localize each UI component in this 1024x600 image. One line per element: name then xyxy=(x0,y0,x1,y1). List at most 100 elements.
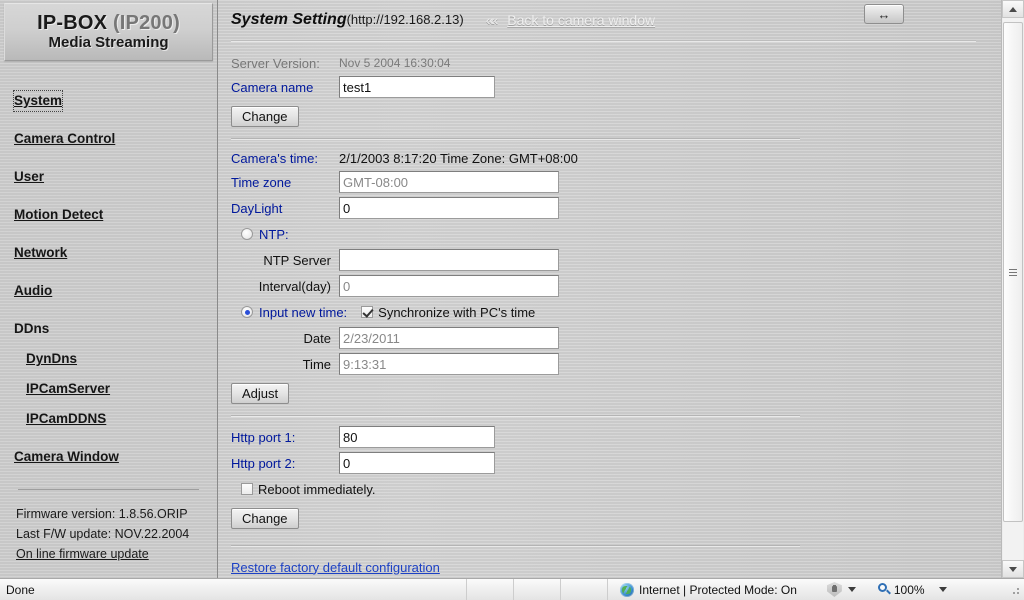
sync-pc-time-checkbox[interactable] xyxy=(361,306,374,318)
camera-time-row: Camera's time: 2/1/2003 8:17:20 Time Zon… xyxy=(231,147,1000,169)
camera-name-input[interactable] xyxy=(339,76,495,98)
scrollbar-track[interactable] xyxy=(1003,18,1023,560)
time-zone-row: Time zone xyxy=(231,169,1000,195)
horizontal-resize-icon: ↔ xyxy=(877,6,891,22)
sidebar-item-network[interactable]: Network xyxy=(14,243,67,263)
main-content: System Setting(http://192.168.2.13) «« B… xyxy=(219,0,1000,578)
brand-line-1: IP-BOX (IP200) xyxy=(37,11,180,34)
chevron-down-icon[interactable] xyxy=(938,587,947,592)
status-segment xyxy=(513,578,560,600)
page-header: System Setting(http://192.168.2.13) «« B… xyxy=(219,0,1000,40)
sidebar-group-ddns: DDns xyxy=(14,321,50,336)
sidebar-divider xyxy=(18,489,199,490)
time-zone-label: Time zone xyxy=(231,174,292,190)
status-bar: Done Internet | Protected Mode: On 100% xyxy=(0,578,1024,600)
security-zone-label: Internet | Protected Mode: On xyxy=(639,582,797,597)
scroll-up-button[interactable] xyxy=(1002,0,1024,18)
ntp-server-row: NTP Server xyxy=(231,247,1000,273)
time-label: Time xyxy=(302,356,331,372)
sidebar: IP-BOX (IP200) Media Streaming System Ca… xyxy=(0,0,218,578)
server-version-label: Server Version: xyxy=(231,55,320,71)
date-label: Date xyxy=(303,330,331,346)
resize-window-button[interactable]: ↔ xyxy=(864,4,904,24)
divider-time-section xyxy=(231,138,800,140)
daylight-label: DayLight xyxy=(231,200,283,216)
zoom-level-area[interactable]: 100% xyxy=(877,582,947,597)
camera-name-change-button[interactable]: Change xyxy=(231,105,299,127)
brand-logo: IP-BOX (IP200) Media Streaming xyxy=(4,3,213,61)
last-firmware-update-text: Last F/W update: NOV.22.2004 xyxy=(16,527,190,541)
sidebar-item-user[interactable]: User xyxy=(14,167,44,187)
chevron-down-icon[interactable] xyxy=(847,587,856,592)
camera-time-value: 2/1/2003 8:17:20 Time Zone: GMT+08:00 xyxy=(339,150,578,166)
security-zone-area[interactable]: Internet | Protected Mode: On xyxy=(607,578,797,600)
reboot-immediately-label: Reboot immediately. xyxy=(258,481,376,497)
chevron-up-icon xyxy=(1009,6,1017,12)
daylight-input[interactable] xyxy=(339,197,559,219)
sidebar-item-system[interactable]: System xyxy=(12,90,64,112)
sidebar-item-ipcamserver[interactable]: IPCamServer xyxy=(26,379,110,399)
interval-label: Interval(day) xyxy=(258,278,331,294)
brand-model: (IP200) xyxy=(112,11,180,34)
ntp-radio-button[interactable] xyxy=(241,228,253,240)
magnifier-icon xyxy=(877,583,891,596)
brand-name: IP-BOX xyxy=(37,11,108,34)
server-version-value: Nov 5 2004 16:30:04 xyxy=(339,56,451,70)
divider-restore-section xyxy=(231,545,800,547)
http-port1-row: Http port 1: xyxy=(231,424,1000,450)
vertical-scrollbar[interactable] xyxy=(1001,0,1024,578)
online-firmware-update-link[interactable]: On line firmware update xyxy=(16,544,149,564)
protected-mode-area[interactable] xyxy=(826,582,856,597)
sidebar-nav: System Camera Control User Motion Detect… xyxy=(0,90,217,467)
scrollbar-thumb[interactable] xyxy=(1003,22,1023,522)
scrollbar-grip-icon xyxy=(1009,268,1017,276)
interval-input[interactable] xyxy=(339,275,559,297)
back-to-camera-window-link[interactable]: Back to camera window xyxy=(507,12,655,28)
resize-grip-icon[interactable] xyxy=(1009,583,1021,596)
status-text: Done xyxy=(6,582,35,597)
sidebar-item-ipcamddns[interactable]: IPCamDDNS xyxy=(26,409,106,429)
ntp-server-input[interactable] xyxy=(339,249,559,271)
input-new-time-label: Input new time: xyxy=(259,304,348,320)
interval-row: Interval(day) xyxy=(231,273,1000,299)
ntp-radio-row: NTP: xyxy=(231,221,1000,247)
status-segment xyxy=(560,578,607,600)
sidebar-item-camera-control[interactable]: Camera Control xyxy=(14,129,115,149)
restore-row: Restore factory default configuration xyxy=(231,554,1000,578)
sidebar-item-camera-window[interactable]: Camera Window xyxy=(14,447,119,467)
ntp-server-label: NTP Server xyxy=(263,252,331,268)
chevrons-left-icon: «« xyxy=(485,12,498,28)
input-new-time-radio-button[interactable] xyxy=(241,306,253,318)
http-port2-label: Http port 2: xyxy=(231,455,296,471)
adjust-button[interactable]: Adjust xyxy=(231,382,290,404)
sidebar-item-motion-detect[interactable]: Motion Detect xyxy=(14,205,103,225)
firmware-version-text: Firmware version: 1.8.56.ORIP xyxy=(16,507,188,521)
reboot-immediately-checkbox[interactable] xyxy=(241,483,253,495)
page-title-text: System Setting xyxy=(231,11,347,28)
port-change-button[interactable]: Change xyxy=(231,507,299,529)
zoom-level-label: 100% xyxy=(893,582,925,597)
sidebar-item-audio[interactable]: Audio xyxy=(14,281,52,301)
camera-name-row: Camera name xyxy=(231,74,1000,100)
http-port1-input[interactable] xyxy=(339,426,495,448)
browser-page: IP-BOX (IP200) Media Streaming System Ca… xyxy=(0,0,1024,600)
time-zone-input[interactable] xyxy=(339,171,559,193)
date-input[interactable] xyxy=(339,327,559,349)
brand-line-2: Media Streaming xyxy=(48,33,169,51)
divider-port-section xyxy=(231,415,800,417)
http-port2-input[interactable] xyxy=(339,452,495,474)
scroll-down-button[interactable] xyxy=(1002,560,1024,578)
restore-factory-default-link[interactable]: Restore factory default configuration xyxy=(231,560,440,575)
server-version-row: Server Version: Nov 5 2004 16:30:04 xyxy=(231,52,1000,74)
shield-lock-icon xyxy=(826,582,842,597)
sidebar-item-dyndns[interactable]: DynDns xyxy=(26,349,77,369)
http-port2-row: Http port 2: xyxy=(231,450,1000,476)
camera-name-label: Camera name xyxy=(231,79,314,95)
status-segment xyxy=(466,578,513,600)
input-new-time-row: Input new time: Synchronize with PC's ti… xyxy=(231,299,1000,325)
http-port1-label: Http port 1: xyxy=(231,429,296,445)
ntp-radio-label: NTP: xyxy=(259,226,289,242)
time-input[interactable] xyxy=(339,353,559,375)
system-settings-form: Server Version: Nov 5 2004 16:30:04 Came… xyxy=(219,42,1000,578)
globe-icon xyxy=(620,582,634,597)
